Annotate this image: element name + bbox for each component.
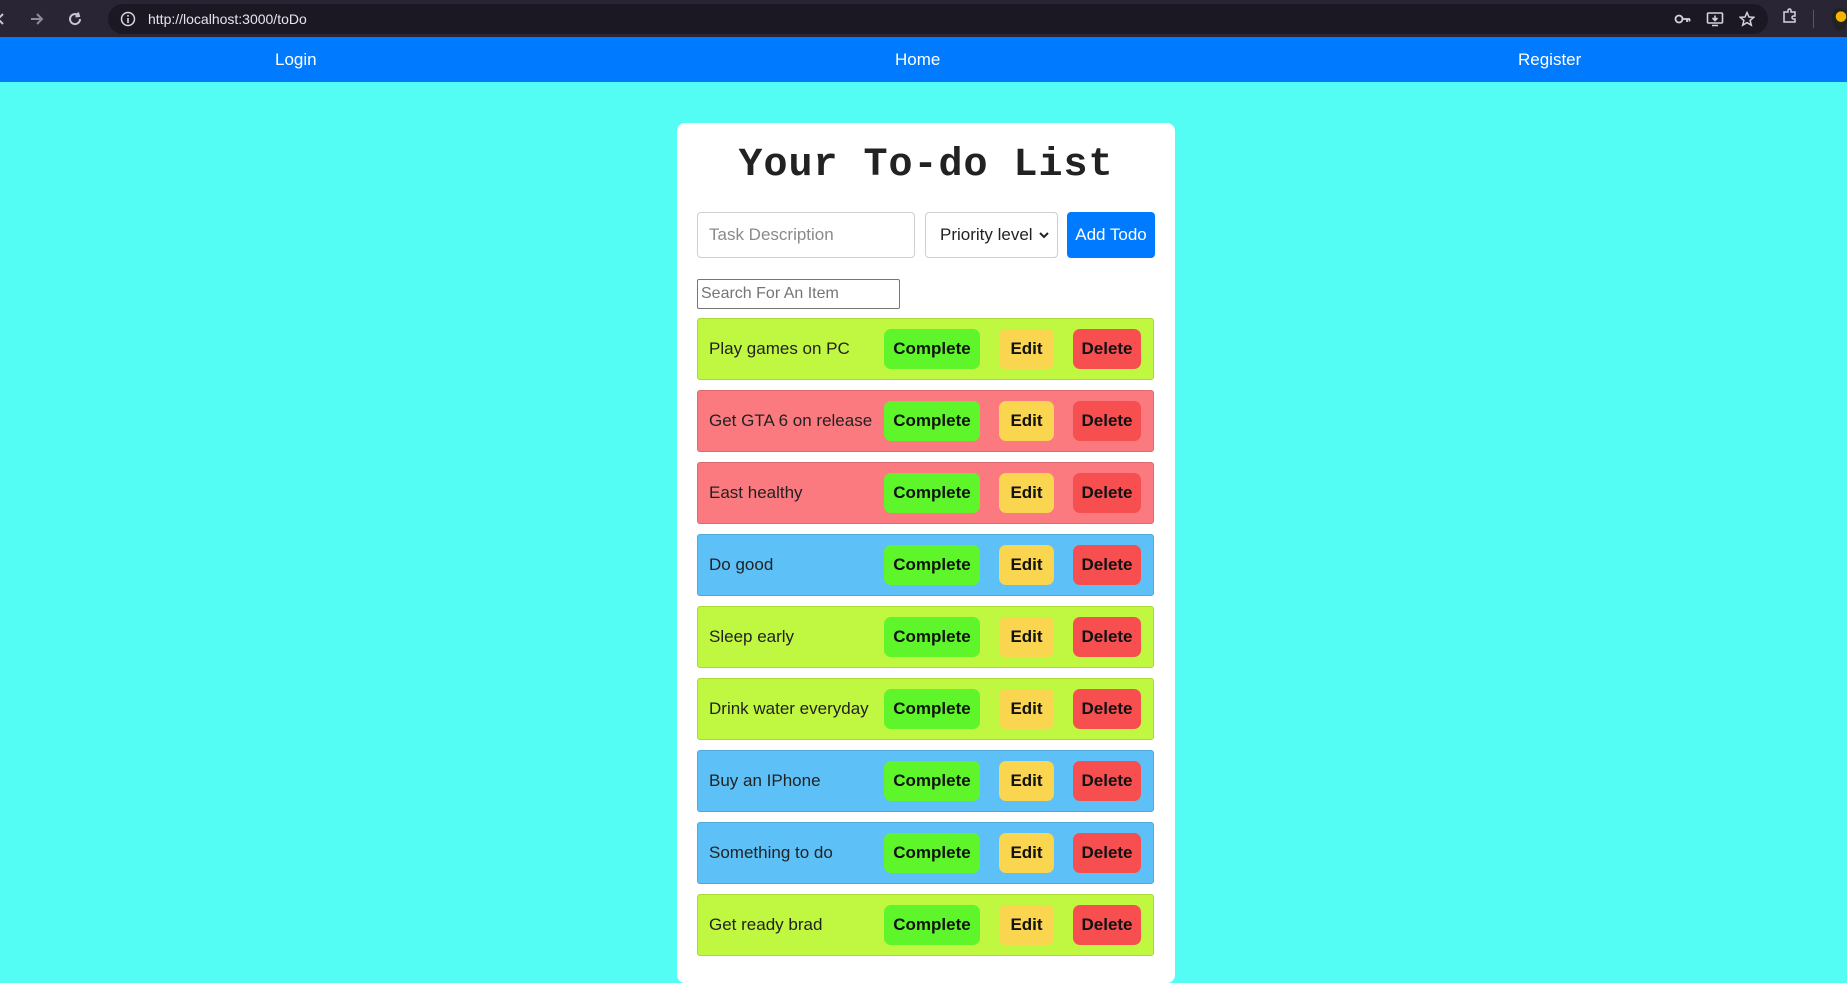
todo-text: Drink water everyday (709, 699, 869, 718)
nav-home-link[interactable]: Home (895, 37, 940, 82)
edit-button[interactable]: Edit (999, 545, 1054, 585)
complete-button[interactable]: Complete (884, 761, 980, 801)
todo-text: Do good (709, 555, 774, 574)
delete-button[interactable]: Delete (1073, 833, 1141, 873)
delete-button[interactable]: Delete (1073, 329, 1141, 369)
todo-item: Sleep early Complete Edit Delete (697, 606, 1154, 668)
delete-button[interactable]: Delete (1073, 473, 1141, 513)
edit-button[interactable]: Edit (999, 689, 1054, 729)
complete-button[interactable]: Complete (884, 833, 980, 873)
complete-button[interactable]: Complete (884, 329, 980, 369)
todo-text: Buy an IPhone (709, 771, 821, 790)
complete-button[interactable]: Complete (884, 473, 980, 513)
edit-button[interactable]: Edit (999, 905, 1054, 945)
delete-button[interactable]: Delete (1073, 905, 1141, 945)
app-navbar: Login Home Register (0, 37, 1847, 82)
delete-button[interactable]: Delete (1073, 401, 1141, 441)
priority-select[interactable]: Priority level (925, 212, 1058, 258)
edit-button[interactable]: Edit (999, 329, 1054, 369)
todo-item: Buy an IPhone Complete Edit Delete (697, 750, 1154, 812)
address-bar[interactable]: http://localhost:3000/toDo (108, 3, 1768, 34)
todo-item: Get GTA 6 on release Complete Edit Delet… (697, 390, 1154, 452)
todo-item: Something to do Complete Edit Delete (697, 822, 1154, 884)
back-arrow-icon[interactable] (0, 4, 8, 34)
todo-text: Get ready brad (709, 915, 823, 934)
complete-button[interactable]: Complete (884, 617, 980, 657)
forward-arrow-icon[interactable] (22, 4, 52, 34)
nav-login-link[interactable]: Login (275, 37, 317, 82)
todo-item: Do good Complete Edit Delete (697, 534, 1154, 596)
complete-button[interactable]: Complete (884, 905, 980, 945)
url-text: http://localhost:3000/toDo (148, 10, 307, 27)
page-title: Your To-do List (738, 143, 1114, 188)
edit-button[interactable]: Edit (999, 401, 1054, 441)
todo-item: East healthy Complete Edit Delete (697, 462, 1154, 524)
chevron-down-icon (1039, 232, 1049, 239)
edit-button[interactable]: Edit (999, 761, 1054, 801)
todo-text: Play games on PC (709, 339, 850, 358)
task-description-input[interactable] (697, 212, 915, 258)
todo-item: Drink water everyday Complete Edit Delet… (697, 678, 1154, 740)
site-info-icon[interactable] (118, 9, 138, 29)
edit-button[interactable]: Edit (999, 833, 1054, 873)
todo-text: Get GTA 6 on release (709, 411, 873, 430)
install-app-icon[interactable] (1706, 10, 1724, 28)
key-icon[interactable] (1674, 10, 1692, 28)
reload-icon[interactable] (60, 4, 90, 34)
extensions-icon[interactable] (1781, 7, 1799, 30)
add-todo-form: Priority level Add Todo (697, 212, 1155, 258)
toolbar-divider (1813, 9, 1814, 28)
todo-text: Sleep early (709, 627, 795, 646)
delete-button[interactable]: Delete (1073, 689, 1141, 729)
delete-button[interactable]: Delete (1073, 617, 1141, 657)
bookmark-star-icon[interactable] (1738, 10, 1756, 28)
browser-toolbar: http://localhost:3000/toDo (0, 0, 1847, 37)
todo-text: Something to do (709, 843, 833, 862)
todo-list: Play games on PC Complete Edit Delete Ge… (697, 318, 1154, 966)
profile-avatar[interactable] (1831, 6, 1847, 31)
todo-item: Play games on PC Complete Edit Delete (697, 318, 1154, 380)
add-todo-button[interactable]: Add Todo (1067, 212, 1155, 258)
todo-text: East healthy (709, 483, 803, 502)
todo-card: Your To-do List Priority level Add Todo … (677, 123, 1175, 983)
todo-item: Get ready brad Complete Edit Delete (697, 894, 1154, 956)
complete-button[interactable]: Complete (884, 689, 980, 729)
complete-button[interactable]: Complete (884, 545, 980, 585)
complete-button[interactable]: Complete (884, 401, 980, 441)
edit-button[interactable]: Edit (999, 617, 1054, 657)
edit-button[interactable]: Edit (999, 473, 1054, 513)
priority-selected-value: Priority level (940, 225, 1033, 244)
search-input[interactable] (697, 279, 900, 309)
nav-register-link[interactable]: Register (1518, 37, 1581, 82)
delete-button[interactable]: Delete (1073, 545, 1141, 585)
delete-button[interactable]: Delete (1073, 761, 1141, 801)
